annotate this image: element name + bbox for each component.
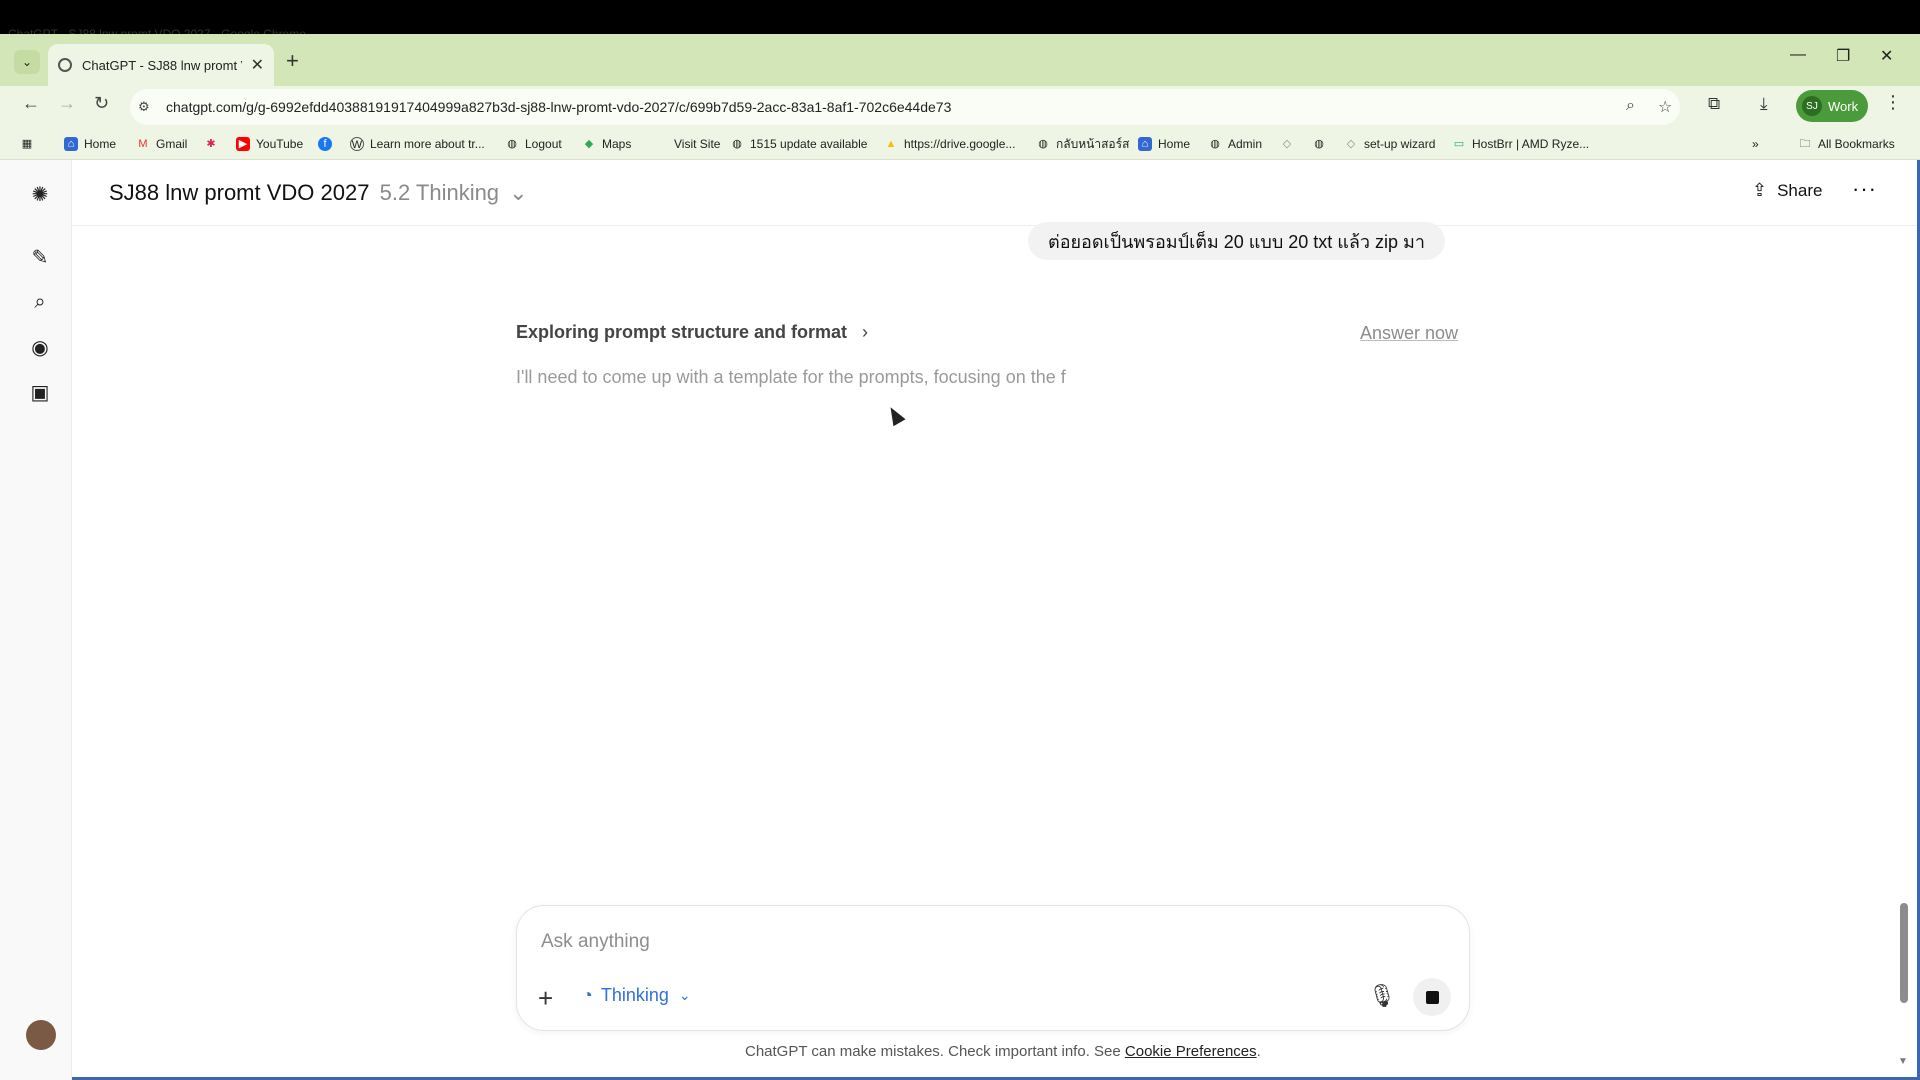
answer-now-button[interactable]: Answer now: [1360, 323, 1458, 344]
thinking-stream-text: I'll need to come up with a template for…: [516, 367, 1066, 387]
share-button[interactable]: ⇪ Share: [1752, 180, 1822, 201]
bookmark-maps[interactable]: ◆ Maps: [582, 132, 632, 156]
chevron-down-icon: ⌄: [678, 987, 691, 1003]
active-tab[interactable]: ChatGPT - SJ88 lnw promt VDO ✕: [48, 44, 274, 86]
extensions-icon[interactable]: ⧉: [1708, 94, 1720, 114]
disclaimer-text: ChatGPT can make mistakes. Check importa…: [745, 1043, 1125, 1060]
bookmark-setup-wizard[interactable]: ◇ set-up wizard: [1344, 132, 1436, 156]
profile-label: Work: [1828, 98, 1859, 114]
thinking-toggle[interactable]: Exploring prompt structure and format ›: [516, 322, 868, 343]
bookmark-globe[interactable]: ◍: [1312, 132, 1332, 156]
bookmarks-overflow-icon[interactable]: »: [1752, 132, 1759, 156]
library-icon[interactable]: ▣: [26, 378, 54, 406]
bookmark-logout[interactable]: ◍ Logout: [505, 132, 562, 156]
thinking-mode-label: Thinking: [600, 985, 669, 1005]
bookmark-admin[interactable]: ◍ Admin: [1208, 132, 1262, 156]
bookmark-drive[interactable]: ▲ https://drive.google...: [884, 132, 1016, 156]
thinking-title: Exploring prompt structure and format: [516, 322, 848, 342]
profile-avatar: SJ: [1802, 96, 1822, 116]
close-window-icon[interactable]: ✕: [1880, 46, 1893, 66]
search-icon[interactable]: ⌕: [26, 288, 54, 316]
bookmark-gmail[interactable]: M Gmail: [136, 132, 187, 156]
bookmark-diamond[interactable]: ◇: [1280, 132, 1300, 156]
share-icon: ⇪: [1752, 180, 1768, 200]
disclaimer: ChatGPT can make mistakes. Check importa…: [745, 1043, 1261, 1060]
thinking-mode-button[interactable]: ◔ Thinking ⌄: [582, 985, 691, 1006]
minimize-icon[interactable]: —: [1790, 46, 1806, 64]
scroll-down-arrow-icon[interactable]: ▼: [1898, 1056, 1908, 1067]
share-label: Share: [1777, 180, 1823, 200]
chatgpt-logo-icon[interactable]: ✺: [26, 180, 54, 208]
stop-icon: [1425, 990, 1439, 1004]
forward-icon[interactable]: →: [58, 93, 76, 114]
url-text[interactable]: chatgpt.com/g/g-6992efdd4038819191740499…: [166, 99, 951, 115]
site-info-icon[interactable]: ⚙: [138, 99, 154, 115]
tab-search-button[interactable]: ⌄: [14, 50, 40, 74]
more-options-icon[interactable]: ···: [1852, 176, 1877, 202]
timer-icon: ◔: [582, 985, 593, 1005]
new-tab-button[interactable]: +: [286, 48, 299, 74]
model-name: 5.2 Thinking: [379, 180, 500, 205]
apps-icon[interactable]: ▦: [20, 132, 40, 156]
user-message: ต่อยอดเป็นพรอมป์เต็ม 20 แบบ 20 txt แล้ว …: [1028, 222, 1445, 260]
scrollbar-thumb[interactable]: [1900, 903, 1908, 1003]
add-attachment-icon[interactable]: +: [538, 983, 553, 1014]
restore-icon[interactable]: ❐: [1836, 46, 1850, 66]
bookmark-wordpress[interactable]: W Learn more about tr...: [350, 132, 485, 156]
browser-menu-icon[interactable]: ⋮: [1884, 92, 1902, 113]
bookmark-hostbrr[interactable]: ▭ HostBrr | AMD Ryze...: [1452, 132, 1589, 156]
stop-generating-button[interactable]: [1413, 978, 1451, 1016]
user-avatar[interactable]: [26, 1020, 56, 1050]
bookmark-home-2[interactable]: ⌂ Home: [1138, 132, 1190, 156]
disclaimer-period: .: [1256, 1043, 1261, 1060]
bookmark-visit-site[interactable]: Visit Site: [654, 132, 720, 156]
tab-favicon-icon: [58, 58, 72, 72]
bookmark-facebook[interactable]: f: [318, 132, 338, 156]
chevron-right-icon: ›: [862, 322, 869, 342]
back-icon[interactable]: ←: [22, 93, 40, 114]
cookie-preferences-link[interactable]: Cookie Preferences: [1125, 1043, 1257, 1060]
reload-icon[interactable]: ↻: [94, 93, 109, 114]
download-icon[interactable]: ⤓: [1760, 94, 1768, 114]
composer: [516, 905, 1470, 1031]
tab-title: ChatGPT - SJ88 lnw promt VDO: [82, 57, 242, 73]
bookmark-youtube[interactable]: ▶ YouTube: [236, 132, 303, 156]
new-chat-icon[interactable]: ✎: [26, 243, 54, 271]
zoom-icon[interactable]: ⌕: [1626, 97, 1635, 115]
bookmark-slack[interactable]: ✱: [204, 132, 224, 156]
close-tab-icon[interactable]: ✕: [251, 55, 264, 75]
bookmark-home[interactable]: ⌂ Home: [64, 132, 116, 156]
microphone-icon[interactable]: 🎙: [1368, 983, 1396, 1009]
all-bookmarks[interactable]: 🗀 All Bookmarks: [1798, 132, 1895, 156]
prompt-input[interactable]: [541, 927, 1421, 957]
profile-button[interactable]: SJ Work: [1796, 90, 1868, 122]
chevron-down-icon: ⌄: [509, 180, 528, 205]
bookmark-thai[interactable]: ◍ กลับหน้าสอร์ส: [1036, 132, 1129, 156]
bookmark-star-icon[interactable]: ☆: [1658, 97, 1672, 117]
address-bar[interactable]: ⚙ chatgpt.com/g/g-6992efdd40388191917404…: [130, 89, 1680, 125]
gpt-name: SJ88 lnw promt VDO 2027: [109, 180, 370, 205]
voice-broadcast-icon[interactable]: ◉: [26, 333, 54, 361]
gpt-title-dropdown[interactable]: SJ88 lnw promt VDO 2027 5.2 Thinking ⌄: [109, 180, 528, 206]
bookmark-update[interactable]: ◍ 1515 update available: [730, 132, 867, 156]
